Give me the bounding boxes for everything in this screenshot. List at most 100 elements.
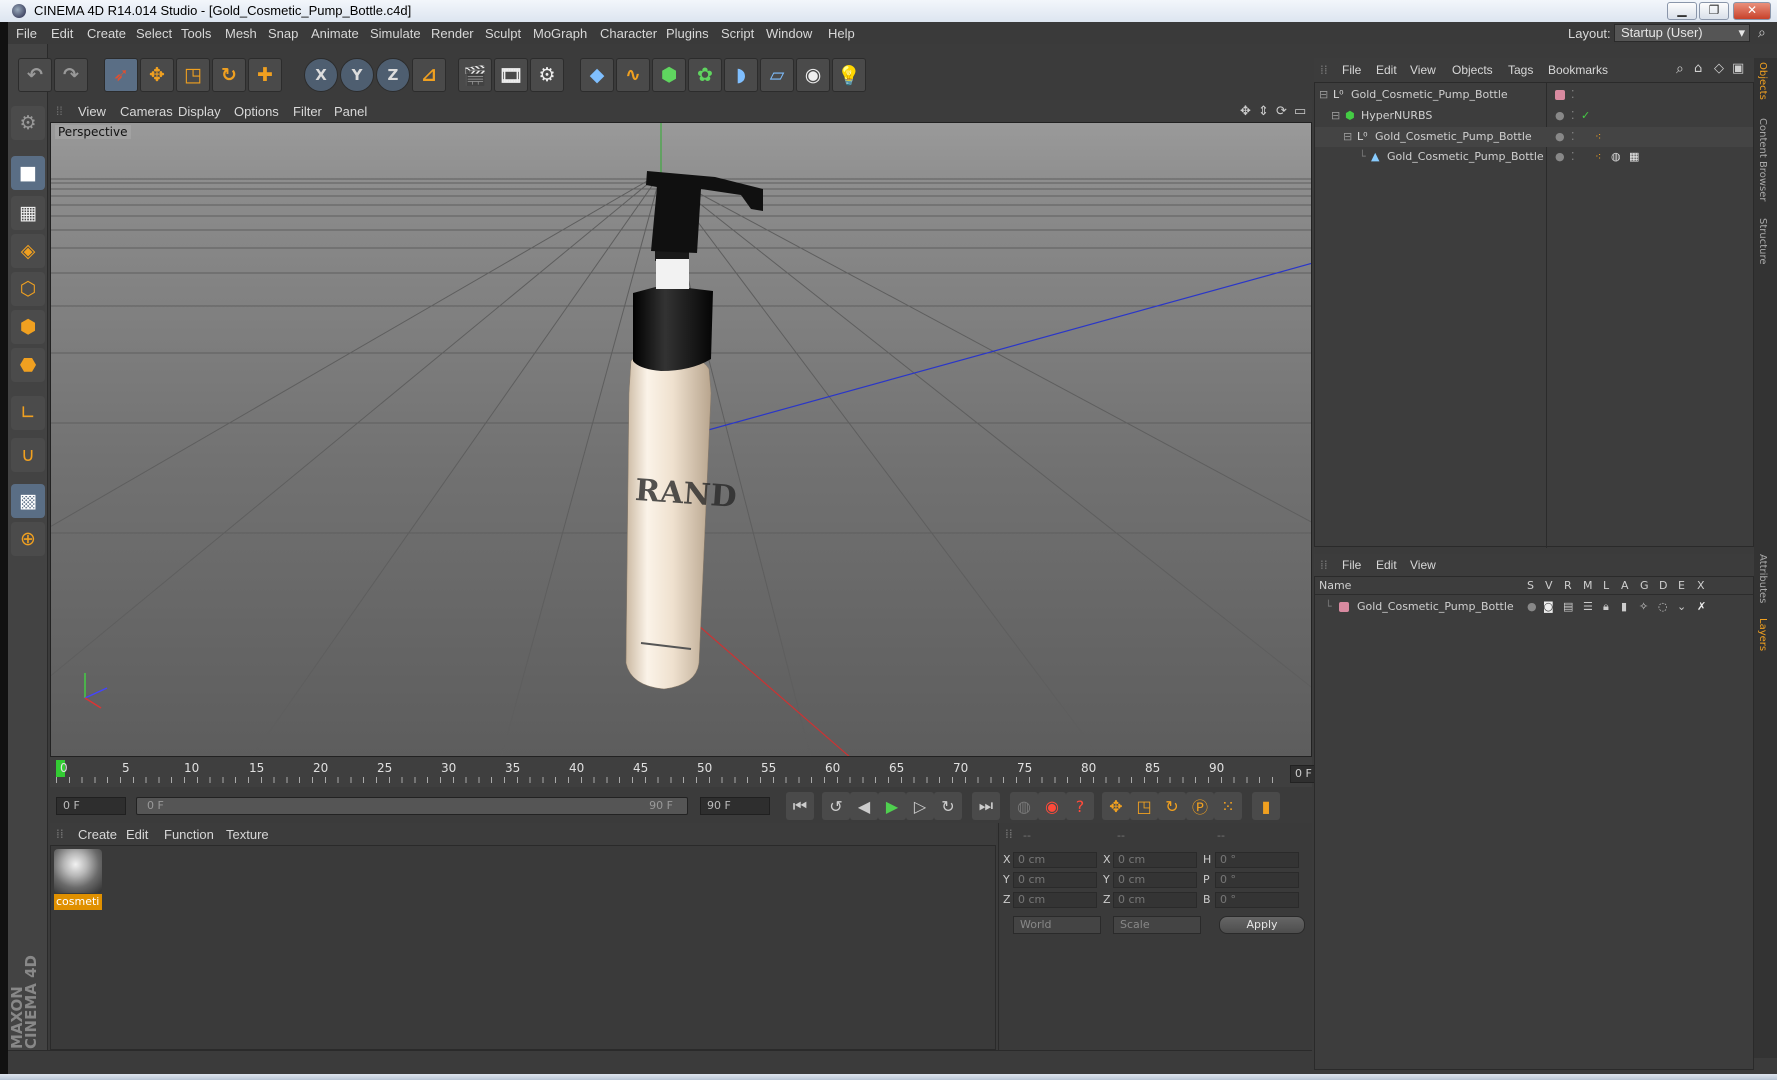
render-view-icon[interactable]: 🎬	[458, 58, 492, 92]
phong-tag-icon[interactable]: ⁖	[1595, 127, 1601, 147]
coordinate-space-select[interactable]: World	[1013, 916, 1101, 934]
object-menu-bookmarks[interactable]: Bookmarks	[1548, 63, 1608, 77]
key-parameter-icon[interactable]: Ⓟ	[1186, 792, 1214, 820]
autokey-icon[interactable]: ◉	[1038, 792, 1066, 820]
minimize-button[interactable]: ▁	[1667, 2, 1697, 20]
live-select-icon[interactable]: ➶	[104, 58, 138, 92]
home-icon[interactable]: ⌂	[1694, 61, 1702, 76]
edges-mode-icon[interactable]: ⬢	[11, 310, 45, 344]
points-mode-icon[interactable]: ⬡	[11, 272, 45, 306]
coordinate-mode-select[interactable]: Scale	[1113, 916, 1201, 934]
menu-mograph[interactable]: MoGraph	[533, 26, 587, 41]
generators-toggle-icon[interactable]: ✧	[1639, 597, 1648, 617]
col-a[interactable]: A	[1621, 579, 1629, 592]
rot-h-field[interactable]: 0 °	[1215, 852, 1299, 868]
menu-simulate[interactable]: Simulate	[370, 26, 421, 41]
cube-primitive-icon[interactable]: ◆	[580, 58, 614, 92]
object-mode-icon[interactable]: ■	[11, 156, 45, 190]
viewport-menu-cameras[interactable]: Cameras	[120, 104, 173, 119]
tab-attributes[interactable]: Attributes	[1757, 554, 1768, 603]
layout-select[interactable]: Startup (User) ▾	[1614, 24, 1750, 42]
material-menu-create[interactable]: Create	[78, 827, 117, 842]
object-menu-file[interactable]: File	[1342, 63, 1361, 77]
menu-sculpt[interactable]: Sculpt	[485, 26, 521, 41]
tab-objects[interactable]: Objects	[1757, 62, 1768, 100]
solo-dot-icon[interactable]: ●	[1527, 597, 1537, 617]
light-icon[interactable]: 💡	[832, 58, 866, 92]
magnet-icon[interactable]: ∪	[11, 438, 45, 472]
layer-row[interactable]: └ Gold_Cosmetic_Pump_Bottle ● ◙ ▤ ☰ 🔒︎ ▮…	[1315, 597, 1753, 617]
col-r[interactable]: R	[1564, 579, 1572, 592]
maximize-view-icon[interactable]: ▭	[1294, 103, 1306, 119]
lock-icon[interactable]: ⊕	[11, 522, 45, 556]
viewport-menu-options[interactable]: Options	[234, 104, 279, 119]
object-menu-edit[interactable]: Edit	[1376, 63, 1397, 77]
material-menu-function[interactable]: Function	[164, 827, 214, 842]
material-tag-icon[interactable]: ◍	[1611, 147, 1621, 167]
col-name[interactable]: Name	[1319, 579, 1351, 592]
col-g[interactable]: G	[1640, 579, 1649, 592]
enabled-check-icon[interactable]: ✓	[1581, 106, 1590, 126]
deformers-toggle-icon[interactable]: ◌	[1658, 597, 1668, 617]
nurbs-icon[interactable]: ⬢	[652, 58, 686, 92]
pos-y-field[interactable]: 0 cm	[1013, 872, 1097, 888]
next-frame-icon[interactable]: ▷	[906, 792, 934, 820]
tree-collapse-icon[interactable]: ⊟	[1331, 106, 1340, 126]
visibility-dots-icon[interactable]: ⁚	[1571, 147, 1575, 167]
search-icon[interactable]: ⌕	[1758, 24, 1766, 41]
menu-tools[interactable]: Tools	[181, 26, 211, 41]
object-row[interactable]: ⊟ L⁰ Gold_Cosmetic_Pump_Bottle ⁚	[1315, 85, 1753, 105]
polygons-mode-icon[interactable]: ⬣	[11, 348, 45, 382]
rot-p-field[interactable]: 0 °	[1215, 872, 1299, 888]
add-tool-icon[interactable]: ✚	[248, 58, 282, 92]
xref-toggle-icon[interactable]: ✗	[1697, 597, 1706, 617]
rot-b-field[interactable]: 0 °	[1215, 892, 1299, 908]
coordinate-system-icon[interactable]: ⊿	[412, 58, 446, 92]
viewport-menu-view[interactable]: View	[78, 104, 106, 119]
render-picture-viewer-icon[interactable]: 🎞	[494, 58, 528, 92]
object-menu-tags[interactable]: Tags	[1508, 63, 1533, 77]
mograph-cloner-icon[interactable]: ✿	[688, 58, 722, 92]
menu-character[interactable]: Character	[600, 26, 657, 41]
menu-animate[interactable]: Animate	[311, 26, 359, 41]
object-menu-view[interactable]: View	[1410, 63, 1436, 77]
frame-range-slider[interactable]: 0 F 90 F	[136, 797, 688, 815]
key-point-level-icon[interactable]: ⁙	[1214, 792, 1242, 820]
tree-collapse-icon[interactable]: ⊟	[1319, 85, 1328, 105]
record-keys-icon[interactable]: ◍	[1010, 792, 1038, 820]
object-menu-objects[interactable]: Objects	[1452, 63, 1493, 77]
go-to-start-icon[interactable]: ⏮	[786, 792, 814, 820]
manager-toggle-icon[interactable]: ☰	[1583, 597, 1593, 617]
go-to-end-icon[interactable]: ⏭	[972, 792, 1000, 820]
workplane-mode-icon[interactable]: ◈	[11, 234, 45, 268]
deformer-icon[interactable]: ◗	[724, 58, 758, 92]
expressions-toggle-icon[interactable]: ⌄	[1677, 597, 1686, 617]
viewport-menu-panel[interactable]: Panel	[334, 104, 367, 119]
pos-z-field[interactable]: 0 cm	[1013, 892, 1097, 908]
new-window-icon[interactable]: ▣	[1732, 61, 1744, 76]
timeline-window-icon[interactable]: ▮	[1252, 792, 1280, 820]
col-l[interactable]: L	[1603, 579, 1609, 592]
col-s[interactable]: S	[1527, 579, 1534, 592]
close-button[interactable]: ✕	[1733, 2, 1771, 20]
menu-window[interactable]: Window	[766, 26, 812, 41]
col-m[interactable]: M	[1583, 579, 1593, 592]
material-menu-texture[interactable]: Texture	[226, 827, 269, 842]
model-mode-icon[interactable]: ⚙	[11, 106, 45, 140]
layer-menu-view[interactable]: View	[1410, 558, 1436, 572]
pos-x-field[interactable]: 0 cm	[1013, 852, 1097, 868]
keyframe-selection-icon[interactable]: ?	[1066, 792, 1094, 820]
apply-button[interactable]: Apply	[1219, 916, 1305, 934]
layer-menu-edit[interactable]: Edit	[1376, 558, 1397, 572]
phong-tag-icon[interactable]: ⁖	[1595, 147, 1601, 167]
tab-content-browser[interactable]: Content Browser	[1757, 118, 1768, 201]
next-key-icon[interactable]: ↻	[934, 792, 962, 820]
restore-button[interactable]: ❐	[1699, 2, 1729, 20]
size-x-field[interactable]: 0 cm	[1113, 852, 1197, 868]
locked-toggle-icon[interactable]: 🔒︎	[1603, 597, 1609, 617]
object-row[interactable]: ⊟ ⬢ HyperNURBS ● ⁚ ✓	[1315, 106, 1753, 126]
menu-snap[interactable]: Snap	[268, 26, 298, 41]
menu-file[interactable]: File	[16, 26, 37, 41]
viewport-menu-filter[interactable]: Filter	[293, 104, 322, 119]
visibility-dots-icon[interactable]: ⁚	[1571, 127, 1575, 147]
